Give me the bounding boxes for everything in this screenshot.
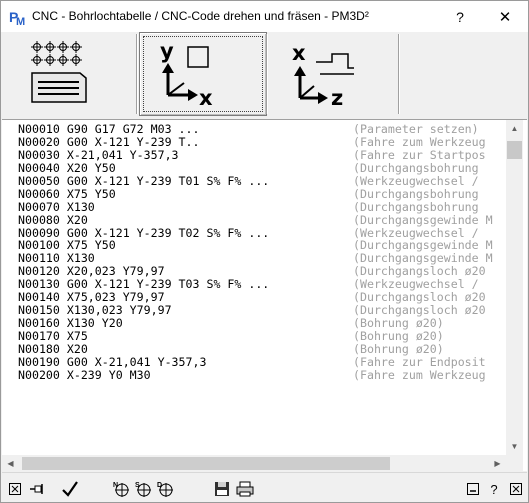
code-line: N00050 G00 X-121 Y-239 T01 S% F% ... (Wer…: [18, 173, 506, 188]
code-line: N00170 X75 (Bohrung ø20): [18, 330, 506, 343]
n-compass-icon[interactable]: N: [112, 479, 132, 499]
checkmark-icon[interactable]: [59, 479, 81, 499]
code-line: N00070 X130 (Durchgangsbohrung: [18, 199, 506, 214]
toolbar-separator: [398, 34, 400, 114]
hole-table-icon: [31, 41, 87, 103]
axis-z-label: z: [331, 86, 343, 110]
toolbar-separator: [136, 34, 138, 114]
code-line: N00010 G90 G17 G72 M03 ... (Parameter set…: [18, 123, 506, 136]
code-comment: (Parameter setzen): [353, 123, 479, 136]
drill-xy-button[interactable]: y x: [139, 32, 267, 116]
code-comment: (Bohrung ø20): [353, 341, 444, 356]
code-comment: (Fahre zur Endposit: [353, 354, 486, 369]
code-command: N00080 X20: [18, 212, 88, 227]
scroll-right-arrow-icon[interactable]: ▶: [489, 455, 506, 472]
svg-text:N: N: [113, 482, 118, 489]
code-line: N00180 X20 (Bohrung ø20): [18, 341, 506, 356]
title-bar: P M CNC - Bohrlochtabelle / CNC-Code dre…: [1, 1, 528, 32]
close-box-icon[interactable]: [7, 479, 23, 499]
code-comment: (Durchgangsgewinde M: [353, 212, 493, 227]
axis-y-label: y: [160, 39, 174, 63]
save-icon[interactable]: [213, 479, 231, 499]
code-line: N00030 X-21,041 Y-357,3 (Fahre zur Startp…: [18, 147, 506, 162]
cnc-window: P M CNC - Bohrlochtabelle / CNC-Code dre…: [0, 0, 529, 503]
code-command: N00070 X130: [18, 199, 95, 214]
code-comment: (Bohrung ø20): [353, 329, 444, 343]
code-text[interactable]: N00010 G90 G17 G72 M03 ... (Parameter set…: [18, 123, 506, 453]
pin-icon[interactable]: [28, 479, 46, 499]
code-command: N00170 X75: [18, 329, 88, 343]
code-comment: (Durchgangsbohrung: [353, 160, 479, 175]
help-button[interactable]: ?: [437, 1, 483, 32]
print-icon[interactable]: [235, 479, 255, 499]
drill-xy-icon: y x: [160, 39, 213, 110]
minimize-icon[interactable]: [464, 479, 482, 499]
code-command: N00030 X-21,041 Y-357,3: [18, 147, 179, 162]
code-command: N00060 X75 Y50: [18, 186, 116, 201]
hole-table-button[interactable]: [6, 32, 134, 116]
code-command: N00200 X-239 Y0 M30: [18, 367, 151, 382]
vertical-scrollbar[interactable]: ▲ ▼: [506, 120, 523, 455]
code-comment: (Durchgangsbohrung: [353, 199, 479, 214]
code-command: N00020 G00 X-121 Y-239 T..: [18, 134, 200, 149]
toolbar-separator: [266, 34, 268, 114]
code-line: N00190 G00 X-21,041 Y-357,3 (Fahre zur En…: [18, 354, 506, 369]
turn-xz-button[interactable]: x z: [270, 32, 398, 116]
settings-icon[interactable]: [507, 479, 525, 499]
code-command: N00180 X20: [18, 341, 88, 356]
horizontal-scroll-thumb[interactable]: [22, 457, 390, 470]
horizontal-scrollbar[interactable]: ◀ ▶: [2, 455, 506, 472]
axis-x-label: x: [199, 86, 213, 110]
help-icon[interactable]: ?: [486, 479, 502, 499]
code-comment: (Werkzeugwechsel /: [353, 173, 479, 188]
code-line: N00080 X20 (Durchgangsgewinde M: [18, 212, 506, 227]
bottom-toolbar: N S D ?: [2, 472, 527, 502]
turn-xz-icon: x z: [292, 41, 354, 110]
axis-x-label: x: [292, 41, 306, 65]
code-line: N00020 G00 X-121 Y-239 T.. (Fahre zum Wer…: [18, 134, 506, 149]
code-command: N00010 G90 G17 G72 M03 ...: [18, 123, 200, 136]
code-line: N00060 X75 Y50 (Durchgangsbohrung: [18, 186, 506, 201]
cnc-code-editor[interactable]: N00010 G90 G17 G72 M03 ... (Parameter set…: [2, 119, 527, 472]
vertical-scroll-thumb[interactable]: [507, 141, 522, 159]
scroll-left-arrow-icon[interactable]: ◀: [2, 455, 19, 472]
scroll-corner: [506, 455, 523, 472]
svg-text:D: D: [157, 482, 162, 489]
d-compass-icon[interactable]: D: [156, 479, 176, 499]
app-logo-icon: P M: [9, 9, 26, 26]
s-compass-icon[interactable]: S: [134, 479, 154, 499]
code-comment: (Fahre zum Werkzeug: [353, 134, 486, 149]
svg-text:S: S: [135, 482, 140, 489]
code-comment: (Fahre zur Startpos: [353, 147, 486, 162]
window-title: CNC - Bohrlochtabelle / CNC-Code drehen …: [32, 9, 369, 23]
code-command: N00050 G00 X-121 Y-239 T01 S% F% ...: [18, 173, 270, 188]
code-line: N00040 X20 Y50 (Durchgangsbohrung: [18, 160, 506, 175]
svg-text:M: M: [16, 16, 25, 26]
close-button[interactable]: ✕: [482, 1, 528, 32]
scroll-down-arrow-icon[interactable]: ▼: [506, 438, 523, 455]
code-command: N00190 G00 X-21,041 Y-357,3: [18, 354, 207, 369]
toolbar: y x x z: [2, 32, 527, 118]
code-comment: (Durchgangsbohrung: [353, 186, 479, 201]
code-comment: (Fahre zum Werkzeug: [353, 367, 486, 382]
scroll-up-arrow-icon[interactable]: ▲: [506, 120, 523, 137]
code-line: N00200 X-239 Y0 M30 (Fahre zum Werkzeug: [18, 367, 506, 382]
code-command: N00040 X20 Y50: [18, 160, 116, 175]
